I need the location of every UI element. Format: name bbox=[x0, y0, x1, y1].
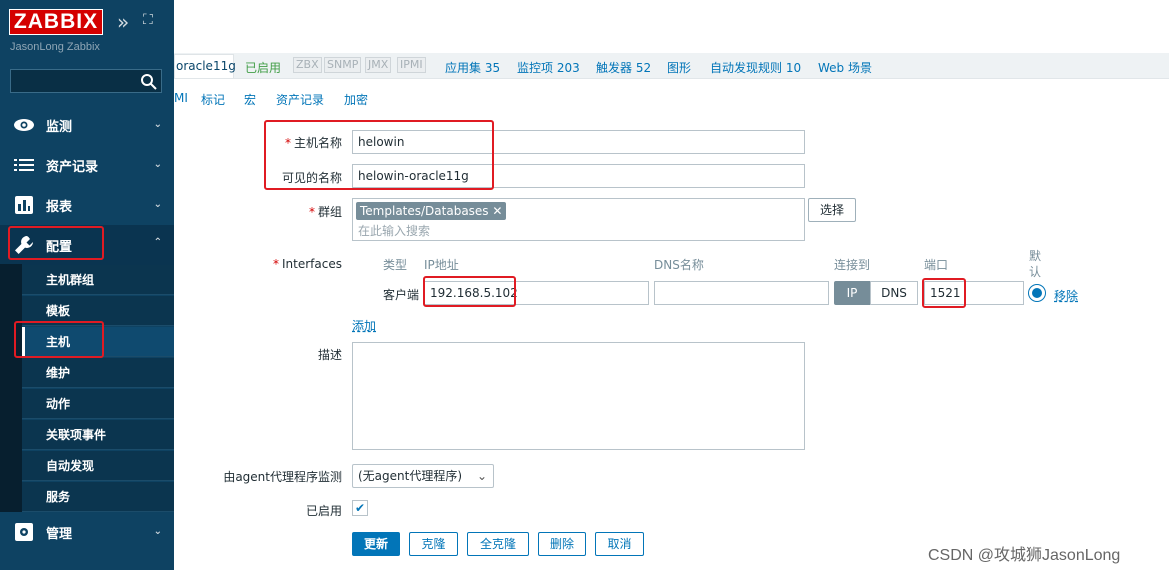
submenu-discovery[interactable]: 自动发现 bbox=[22, 451, 174, 481]
menu-label: 资产记录 bbox=[46, 159, 99, 175]
submenu-maintenance[interactable]: 维护 bbox=[22, 358, 174, 388]
server-name: JasonLong Zabbix bbox=[10, 41, 100, 53]
iface-header-port: 端口 bbox=[924, 258, 949, 272]
menu-monitoring[interactable]: 监测 ⌄ bbox=[0, 105, 174, 145]
tab-encryption[interactable]: 加密 bbox=[344, 91, 368, 108]
chevron-down-icon: ⌄ bbox=[476, 469, 487, 483]
description-label: 描述 bbox=[317, 348, 342, 362]
tab-ipmi[interactable]: MI bbox=[174, 91, 188, 105]
iface-type: 客户端 bbox=[383, 288, 420, 302]
iface-header-dns: DNS名称 bbox=[654, 258, 704, 272]
cancel-button[interactable]: 取消 bbox=[595, 532, 644, 556]
badge-zbx: ZBX bbox=[293, 57, 322, 73]
iface-header-ip: IP地址 bbox=[424, 258, 459, 272]
remove-interface-link[interactable]: 移除 bbox=[1054, 287, 1078, 304]
badge-jmx: JMX bbox=[365, 57, 392, 73]
submenu-host-groups[interactable]: 主机群组 bbox=[22, 265, 174, 295]
full-clone-button[interactable]: 全克隆 bbox=[467, 532, 529, 556]
chevron-down-icon: ⌄ bbox=[153, 119, 162, 130]
link-triggers[interactable]: 触发器 52 bbox=[596, 59, 651, 76]
highlight-box bbox=[14, 321, 104, 358]
clone-button[interactable]: 克隆 bbox=[409, 532, 458, 556]
list-icon bbox=[12, 158, 36, 172]
badge-snmp: SNMP bbox=[324, 57, 362, 73]
link-applications[interactable]: 应用集 35 bbox=[445, 59, 500, 76]
host-status-enabled[interactable]: 已启用 bbox=[245, 59, 281, 76]
update-button[interactable]: 更新 bbox=[352, 532, 400, 556]
chevron-down-icon: ⌄ bbox=[153, 526, 162, 537]
enabled-label: 已启用 bbox=[305, 504, 342, 518]
connect-dns-button[interactable]: DNS bbox=[870, 281, 918, 305]
dns-name-input[interactable] bbox=[654, 281, 829, 305]
menu-inventory[interactable]: 资产记录 ⌄ bbox=[0, 145, 174, 185]
badge-ipmi: IPMI bbox=[397, 57, 426, 73]
iface-header-type: 类型 bbox=[383, 258, 408, 272]
default-interface-radio[interactable] bbox=[1029, 285, 1045, 301]
tab-tags[interactable]: 标记 bbox=[201, 91, 225, 108]
group-tag: Templates/Databases ✕ bbox=[356, 202, 507, 220]
menu-administration[interactable]: 管理 ⌄ bbox=[0, 512, 174, 552]
watermark: CSDN @攻城狮JasonLong bbox=[928, 547, 1121, 564]
iface-header-connect: 连接到 bbox=[834, 258, 871, 272]
sidebar: ZABBIX » ⛶ JasonLong Zabbix 监测 ⌄ 资产记录 ⌄ … bbox=[0, 0, 174, 570]
interfaces-label: * Interfaces bbox=[273, 257, 342, 271]
connect-ip-button[interactable]: IP bbox=[834, 281, 870, 305]
group-search-placeholder[interactable]: 在此输入搜索 bbox=[358, 220, 430, 242]
submenu-services[interactable]: 服务 bbox=[22, 482, 174, 512]
chevron-up-icon: ⌃ bbox=[153, 237, 162, 248]
search-icon[interactable] bbox=[140, 73, 158, 91]
collapse-sidebar-icon[interactable]: » bbox=[117, 10, 129, 34]
link-discovery-rules[interactable]: 自动发现规则 10 bbox=[710, 59, 801, 76]
menu-label: 监测 bbox=[46, 119, 73, 135]
highlight-box bbox=[8, 226, 104, 260]
link-graphs[interactable]: 图形 bbox=[667, 59, 691, 76]
iface-header-default: 默认 bbox=[1029, 249, 1042, 279]
link-items[interactable]: 监控项 203 bbox=[517, 59, 580, 76]
eye-icon bbox=[12, 118, 36, 132]
proxy-label: 由agent代理程序监测 bbox=[223, 470, 342, 484]
highlight-box bbox=[423, 276, 516, 307]
menu-label: 报表 bbox=[46, 199, 73, 215]
zabbix-logo[interactable]: ZABBIX bbox=[9, 9, 103, 35]
proxy-select[interactable]: (无agent代理程序) ⌄ bbox=[352, 464, 494, 488]
menu-label: 管理 bbox=[46, 526, 73, 542]
link-web-scenarios[interactable]: Web 场景 bbox=[818, 59, 872, 76]
submenu-actions[interactable]: 动作 bbox=[22, 389, 174, 419]
remove-tag-icon[interactable]: ✕ bbox=[492, 204, 502, 218]
required-mark: * bbox=[273, 257, 280, 271]
bar-chart-icon bbox=[12, 196, 36, 214]
groups-multiselect[interactable]: Templates/Databases ✕ 在此输入搜索 bbox=[352, 198, 805, 241]
menu-reports[interactable]: 报表 ⌄ bbox=[0, 185, 174, 225]
chevron-down-icon: ⌄ bbox=[153, 159, 162, 170]
description-textarea[interactable] bbox=[352, 342, 805, 450]
highlight-box bbox=[264, 120, 494, 190]
submenu-event-correlation[interactable]: 关联项事件 bbox=[22, 420, 174, 450]
required-mark: * bbox=[308, 205, 315, 219]
enabled-checkbox[interactable]: ✔ bbox=[352, 500, 368, 516]
groups-label: * 群组 bbox=[308, 205, 342, 219]
gear-icon bbox=[12, 523, 36, 541]
fullscreen-icon[interactable]: ⛶ bbox=[143, 12, 153, 28]
delete-button[interactable]: 删除 bbox=[538, 532, 586, 556]
tab-macros[interactable]: 宏 bbox=[244, 91, 256, 108]
chevron-down-icon: ⌄ bbox=[153, 199, 162, 210]
select-button[interactable]: 选择 bbox=[808, 198, 856, 222]
host-breadcrumb[interactable]: oracle11g bbox=[174, 54, 236, 78]
highlight-box bbox=[922, 278, 966, 308]
submenu-gutter bbox=[0, 264, 22, 512]
tab-inventory[interactable]: 资产记录 bbox=[276, 91, 324, 108]
search-input[interactable] bbox=[10, 69, 162, 93]
add-interface-link[interactable]: 添加 bbox=[352, 317, 376, 334]
